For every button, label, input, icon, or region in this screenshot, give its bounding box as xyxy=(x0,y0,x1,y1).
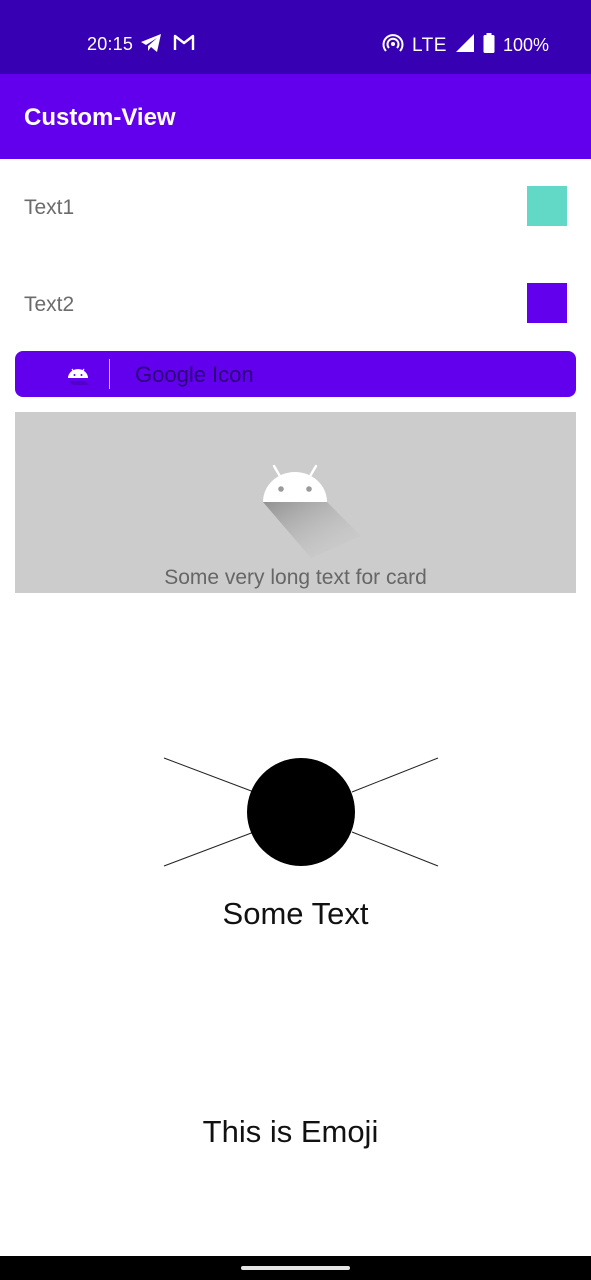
navigation-bar xyxy=(0,1256,591,1280)
network-type: LTE xyxy=(412,34,447,56)
google-icon-button[interactable]: Google Icon xyxy=(15,351,576,397)
google-button-label: Google Icon xyxy=(135,362,254,387)
signal-icon xyxy=(455,33,475,58)
gmail-icon xyxy=(173,33,195,56)
button-divider xyxy=(109,359,110,389)
text-row-2: Text2 xyxy=(0,275,591,335)
telegram-icon xyxy=(140,33,162,58)
color-swatch-teal xyxy=(527,186,567,226)
card-text: Some very long text for card xyxy=(164,566,427,589)
battery-percent: 100% xyxy=(502,35,549,55)
status-bar: 20:15 LTE 100% xyxy=(0,0,591,74)
android-icon xyxy=(67,365,95,391)
card: Some very long text for card xyxy=(15,412,576,593)
row-label-text1: Text1 xyxy=(24,196,75,219)
hotspot-icon xyxy=(382,33,404,58)
row-label-text2: Text2 xyxy=(24,293,75,316)
battery-icon xyxy=(483,33,495,58)
custom-circle-drawing xyxy=(163,757,439,867)
home-handle[interactable] xyxy=(241,1266,350,1270)
app-title: Custom-View xyxy=(24,104,176,131)
status-time: 20:15 xyxy=(87,34,134,54)
color-swatch-purple xyxy=(527,283,567,323)
text-row-1: Text1 xyxy=(0,178,591,238)
custom-view-text: Some Text xyxy=(222,896,369,931)
emoji-text: This is Emoji xyxy=(202,1114,379,1149)
app-bar: Custom-View xyxy=(0,74,591,159)
android-icon xyxy=(261,464,371,569)
